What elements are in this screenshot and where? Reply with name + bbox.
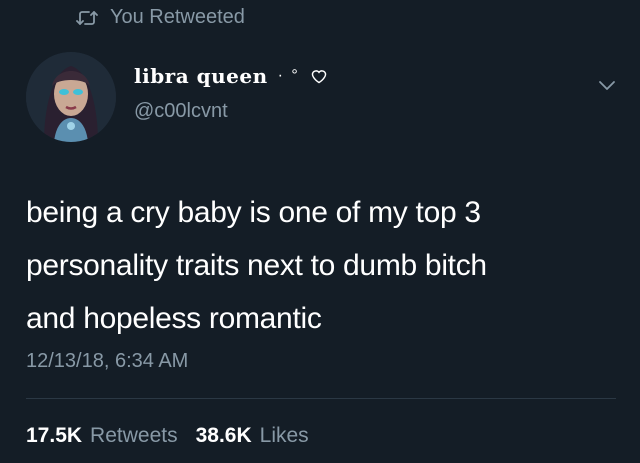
tweet-header: libra queen · ° @c00lcvnt [26,52,616,142]
name-decoration: · ° [277,67,300,84]
likes-label[interactable]: Likes [260,424,309,448]
divider [26,398,616,399]
avatar[interactable] [26,52,116,142]
retweets-label[interactable]: Retweets [90,424,178,448]
retweet-icon [76,9,98,27]
author-handle[interactable]: @c00lcvnt [134,100,228,123]
likes-count[interactable]: 38.6K [196,424,252,448]
retweet-context-label: You Retweeted [110,6,245,28]
tweet-text-line: being a cry baby is one of my top 3 [26,196,481,229]
tweet-text-line: and hopeless romantic [26,302,322,335]
heart-outline-icon [310,68,328,84]
retweets-count[interactable]: 17.5K [26,424,82,448]
author-name-row[interactable]: libra queen · ° [134,64,328,88]
tweet-text-line: personality traits next to dumb bitch [26,249,487,282]
tweet-stats: 17.5K Retweets 38.6K Likes [26,424,319,448]
display-name[interactable]: libra queen [134,64,268,88]
retweet-context: You Retweeted [76,6,245,29]
tweet-text: being a cry baby is one of my top 3 pers… [26,186,626,345]
tweet-timestamp[interactable]: 12/13/18, 6:34 AM [26,350,188,373]
chevron-down-icon[interactable] [598,78,616,96]
